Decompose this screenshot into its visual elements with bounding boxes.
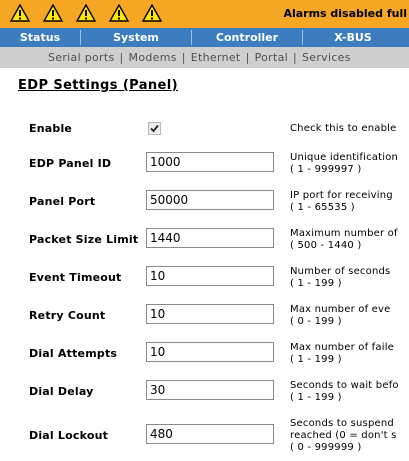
- sub-nav: Serial ports | Modems | Ethernet | Portal | Serv…: [0, 47, 409, 68]
- alarm-status-text: Alarms disabled full: [283, 7, 407, 20]
- subnav-separator: |: [292, 51, 297, 64]
- warning-icon[interactable]: [76, 4, 96, 22]
- nav-xbus[interactable]: X-BUS: [303, 28, 403, 47]
- field-label: Panel Port: [29, 195, 96, 208]
- subnav-services[interactable]: Services: [302, 51, 351, 64]
- dial-lockout-input[interactable]: [146, 424, 274, 444]
- subnav-portal[interactable]: Portal: [255, 51, 288, 64]
- field-range: ( 1 - 199 ): [290, 392, 342, 403]
- nav-system[interactable]: System: [81, 28, 191, 47]
- panel-port-input[interactable]: [146, 190, 274, 210]
- dial-delay-input[interactable]: [146, 380, 274, 400]
- field-range: ( 1 - 199 ): [290, 354, 342, 365]
- field-description: Max number of faile: [290, 342, 395, 353]
- nav-controller[interactable]: Controller: [192, 28, 302, 47]
- warning-icon[interactable]: [109, 4, 129, 22]
- warning-icon[interactable]: [10, 4, 30, 22]
- field-label: Dial Attempts: [29, 347, 118, 360]
- subnav-separator: |: [119, 51, 124, 64]
- retry-count-input[interactable]: [146, 304, 274, 324]
- field-range: ( 1 - 999997 ): [290, 164, 362, 175]
- nav-status[interactable]: Status: [0, 28, 80, 47]
- field-range: ( 0 - 199 ): [290, 316, 342, 327]
- main-nav: Status System Controller X-BUS: [0, 28, 409, 47]
- page-title: EDP Settings (Panel): [18, 78, 178, 93]
- event-timeout-input[interactable]: [146, 266, 274, 286]
- field-range: ( 1 - 199 ): [290, 278, 342, 289]
- packet-size-limit-input[interactable]: [146, 228, 274, 248]
- field-range: ( 0 - 999999 ): [290, 442, 362, 453]
- field-range: ( 500 - 1440 ): [290, 240, 362, 251]
- subnav-ethernet[interactable]: Ethernet: [191, 51, 241, 64]
- edp-panel-id-input[interactable]: [146, 152, 274, 172]
- dial-attempts-input[interactable]: [146, 342, 274, 362]
- warning-icon[interactable]: [43, 4, 63, 22]
- field-range: ( 1 - 65535 ): [290, 202, 355, 213]
- enable-checkbox[interactable]: [148, 122, 161, 135]
- alarm-bar: Alarms disabled full: [0, 0, 409, 28]
- field-description: Unique identification: [290, 152, 399, 163]
- field-label: Retry Count: [29, 309, 106, 322]
- subnav-separator: |: [245, 51, 250, 64]
- subnav-modems[interactable]: Modems: [129, 51, 177, 64]
- field-label: EDP Panel ID: [29, 157, 112, 170]
- field-description: Seconds to wait befo: [290, 380, 399, 391]
- field-label: Packet Size Limit: [29, 233, 139, 246]
- enable-label: Enable: [29, 122, 73, 135]
- field-description: Seconds to suspend: [290, 418, 394, 429]
- field-description-cont: reached (0 = don't s: [290, 430, 397, 441]
- field-description: IP port for receiving: [290, 190, 393, 201]
- field-description: Number of seconds: [290, 266, 391, 277]
- subnav-separator: |: [181, 51, 186, 64]
- field-description: Maximum number of: [290, 228, 398, 239]
- field-description: Max number of eve: [290, 304, 391, 315]
- warning-icon[interactable]: [142, 4, 162, 22]
- enable-description: Check this to enable: [290, 123, 397, 134]
- subnav-serial-ports[interactable]: Serial ports: [48, 51, 115, 64]
- field-label: Dial Lockout: [29, 429, 109, 442]
- field-label: Event Timeout: [29, 271, 122, 284]
- field-label: Dial Delay: [29, 385, 94, 398]
